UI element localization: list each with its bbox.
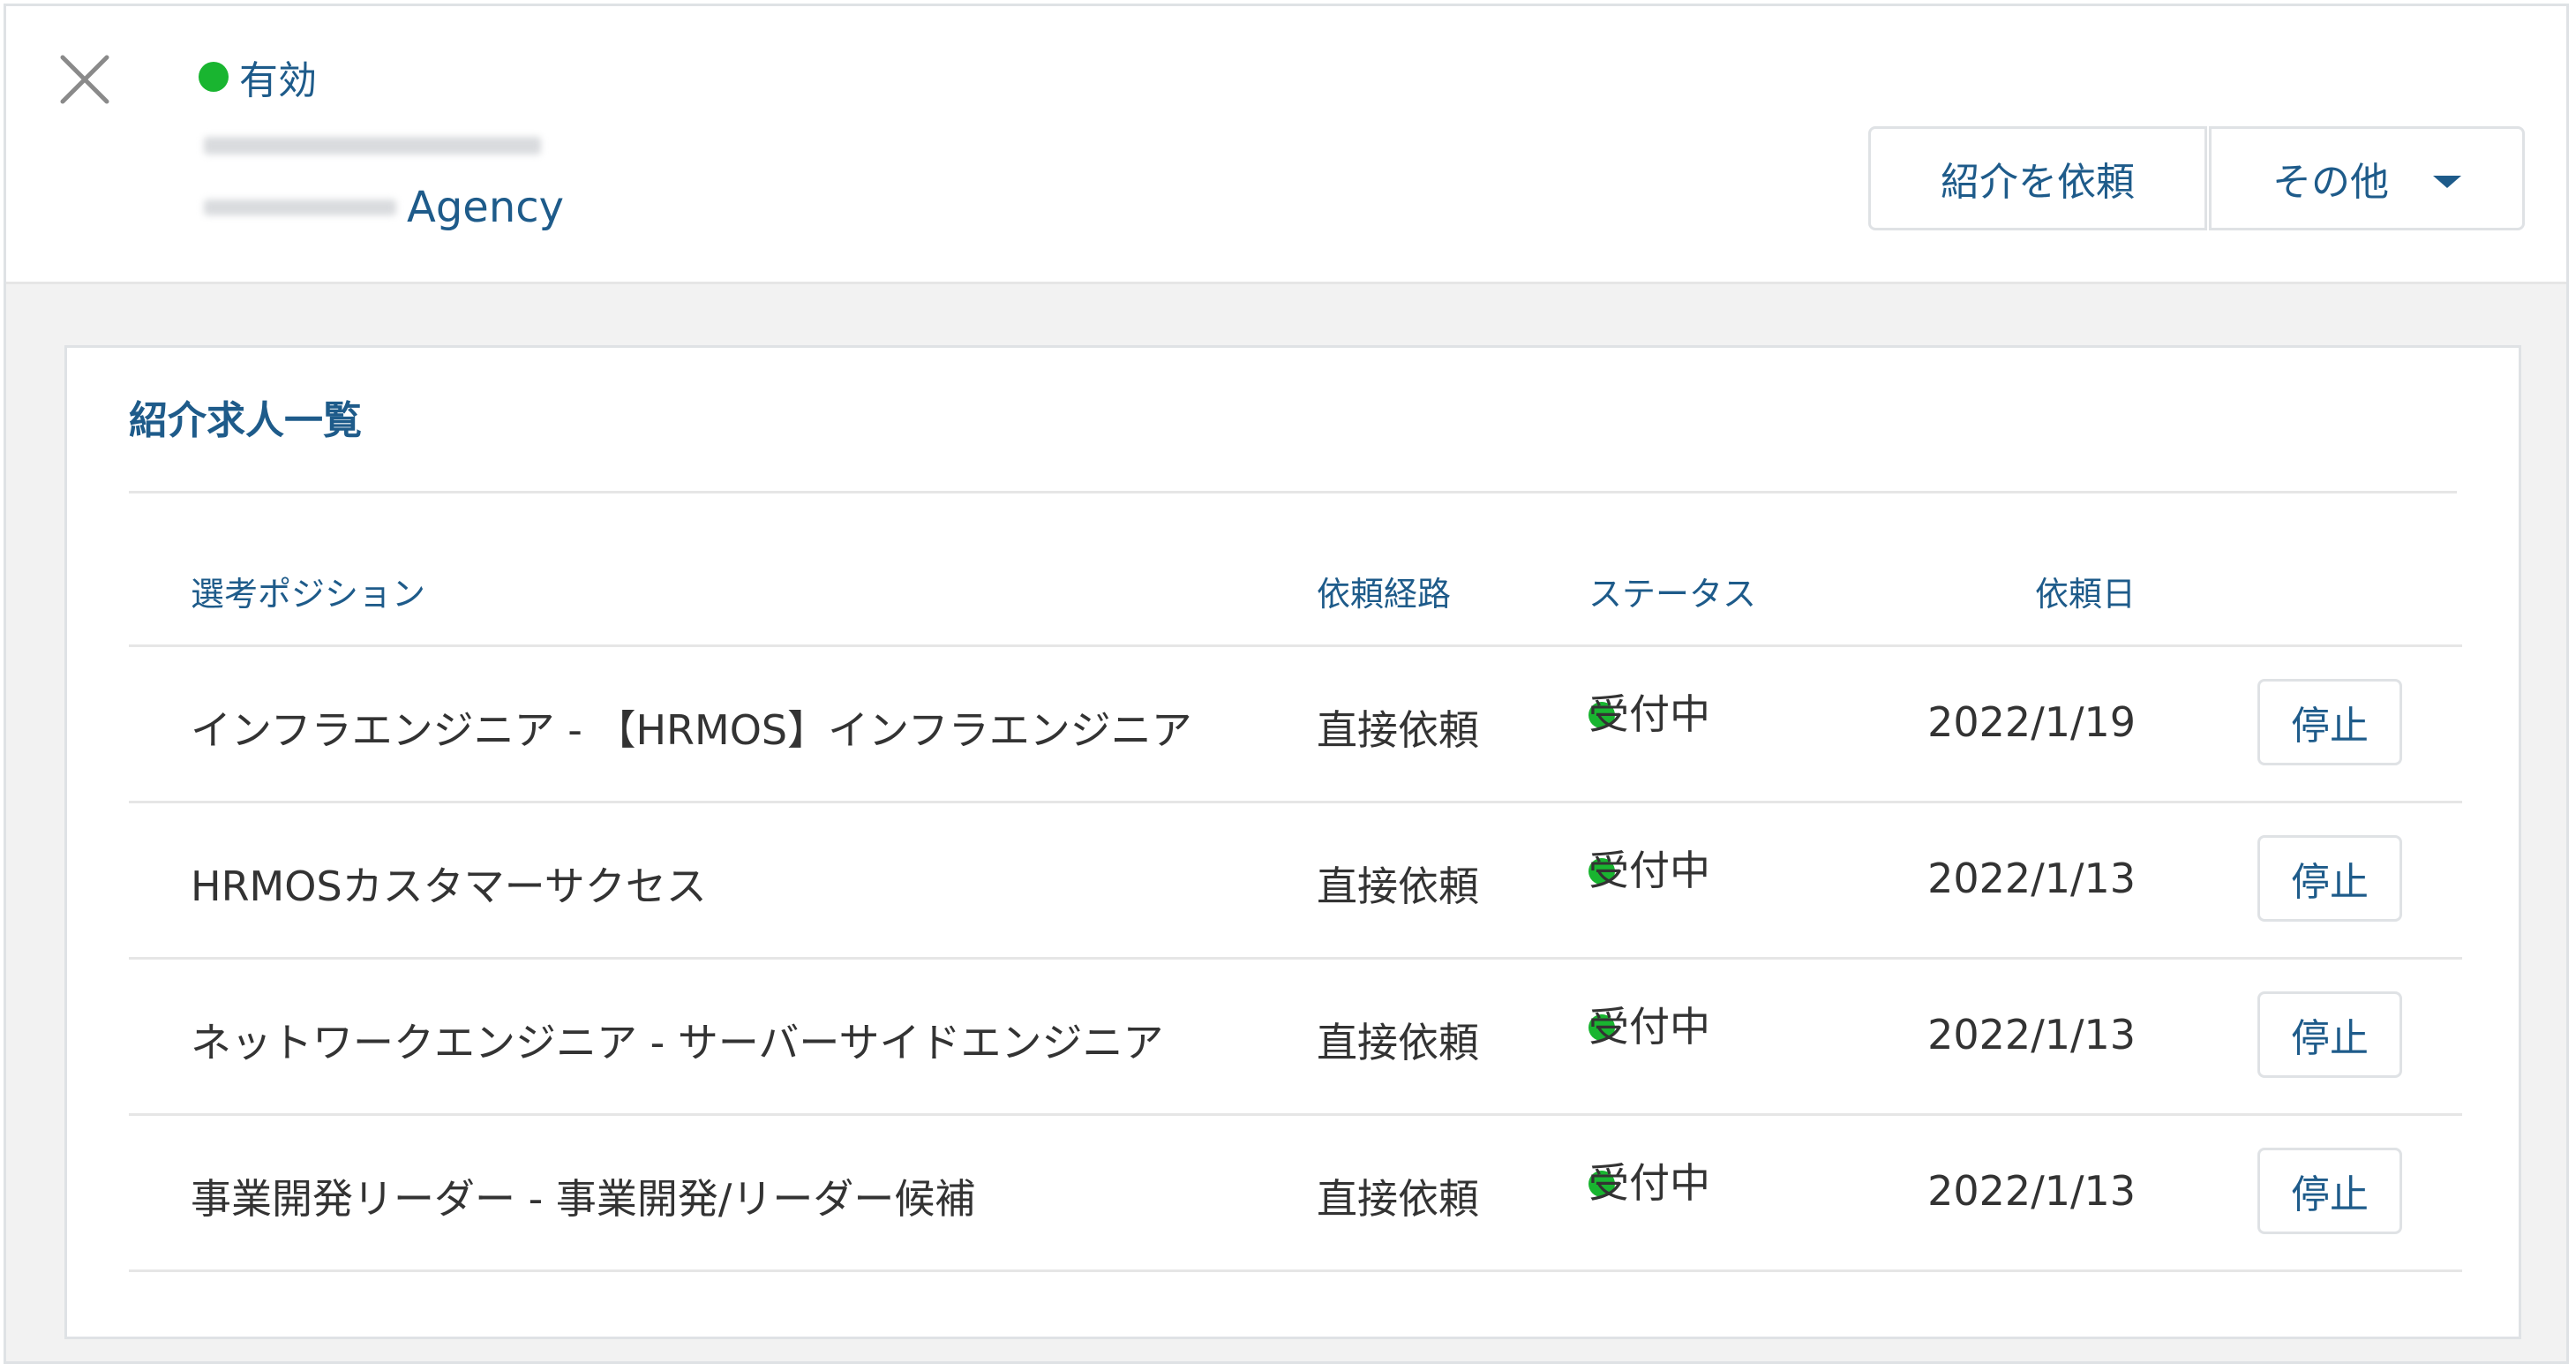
agency-suffix: Agency <box>407 183 565 232</box>
position-cell: ネットワークエンジニア - サーバーサイドエンジニア <box>191 1019 1164 1066</box>
agency-name: Agency <box>204 181 564 234</box>
table-row: インフラエンジニア - 【HRMOS】インフラエンジニア 直接依頼 受付中 20… <box>129 647 2462 803</box>
stop-label: 停止 <box>2291 1016 2369 1061</box>
date-cell: 2022/1/13 <box>1927 855 2136 902</box>
other-label: その他 <box>2272 160 2389 205</box>
status-label: 有効 <box>239 58 317 103</box>
panel-header: 有効 Agency 紹介を依頼 その他 <box>6 6 2566 284</box>
date-cell: 2022/1/13 <box>1927 1167 2136 1215</box>
stop-button[interactable]: 停止 <box>2257 835 2402 922</box>
close-button[interactable] <box>57 52 112 107</box>
position-cell: インフラエンジニア - 【HRMOS】インフラエンジニア <box>191 706 1192 754</box>
stop-label: 停止 <box>2291 1172 2369 1217</box>
divider <box>129 491 2457 493</box>
table-row: ネットワークエンジニア - サーバーサイドエンジニア 直接依頼 受付中 2022… <box>129 960 2462 1116</box>
route-cell: 直接依頼 <box>1317 1019 1479 1066</box>
stop-button[interactable]: 停止 <box>2257 1148 2402 1234</box>
status-text: 受付中 <box>1588 847 1710 894</box>
request-referral-button[interactable]: 紹介を依頼 <box>1868 126 2207 230</box>
status-dot-icon <box>199 62 229 92</box>
request-referral-label: 紹介を依頼 <box>1941 160 2135 205</box>
position-cell: 事業開発リーダー - 事業開発/リーダー候補 <box>191 1175 976 1223</box>
table-row: HRMOSカスタマーサクセス 直接依頼 受付中 2022/1/13 停止 <box>129 803 2462 960</box>
agency-detail-panel: 有効 Agency 紹介を依頼 その他 紹介求人一覧 選考ポジション 依頼経路 … <box>4 4 2569 1364</box>
referral-jobs-table: 選考ポジション 依頼経路 ステータス 依頼日 インフラエンジニア - 【HRMO… <box>129 560 2462 1272</box>
status-text: 受付中 <box>1588 1159 1710 1207</box>
agency-status: 有効 <box>199 49 317 105</box>
position-cell: HRMOSカスタマーサクセス <box>191 863 707 910</box>
date-cell: 2022/1/13 <box>1927 1011 2136 1058</box>
redacted-email <box>204 137 541 154</box>
status-cell: 受付中 <box>1588 1159 1710 1207</box>
referral-jobs-card: 紹介求人一覧 選考ポジション 依頼経路 ステータス 依頼日 インフラエンジニア … <box>64 345 2521 1339</box>
status-cell: 受付中 <box>1588 847 1710 894</box>
route-cell: 直接依頼 <box>1317 706 1479 754</box>
status-text: 受付中 <box>1588 1003 1710 1051</box>
card-title: 紹介求人一覧 <box>129 398 362 443</box>
stop-button[interactable]: 停止 <box>2257 679 2402 765</box>
route-cell: 直接依頼 <box>1317 863 1479 910</box>
date-cell: 2022/1/19 <box>1927 698 2136 746</box>
caret-down-icon <box>2433 176 2461 188</box>
table-header: 選考ポジション 依頼経路 ステータス 依頼日 <box>129 560 2462 647</box>
status-cell: 受付中 <box>1588 1003 1710 1051</box>
redacted-company-name <box>204 200 396 215</box>
route-cell: 直接依頼 <box>1317 1175 1479 1223</box>
column-header-date[interactable]: 依頼日 <box>2035 567 2136 615</box>
column-header-route[interactable]: 依頼経路 <box>1317 567 1451 615</box>
status-cell: 受付中 <box>1588 690 1710 738</box>
header-actions: 紹介を依頼 その他 <box>1868 126 2525 230</box>
stop-button[interactable]: 停止 <box>2257 991 2402 1078</box>
close-icon <box>60 55 109 104</box>
stop-label: 停止 <box>2291 704 2369 749</box>
status-text: 受付中 <box>1588 690 1710 738</box>
column-header-status[interactable]: ステータス <box>1588 567 1756 615</box>
other-dropdown-button[interactable]: その他 <box>2209 126 2525 230</box>
column-header-position[interactable]: 選考ポジション <box>191 567 425 615</box>
stop-label: 停止 <box>2291 860 2369 905</box>
table-row: 事業開発リーダー - 事業開発/リーダー候補 直接依頼 受付中 2022/1/1… <box>129 1116 2462 1272</box>
